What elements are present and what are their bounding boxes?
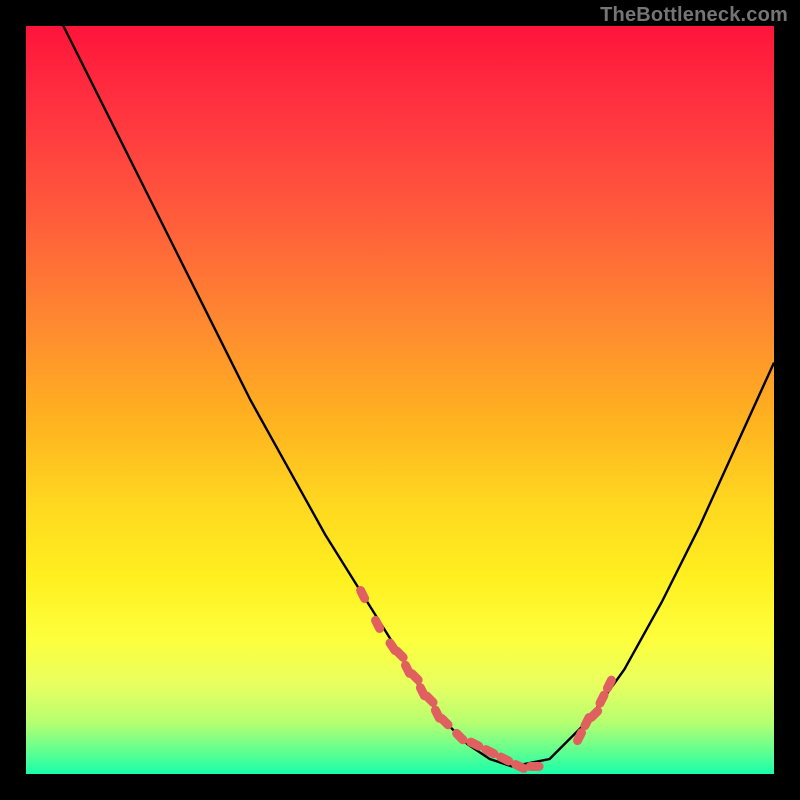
plot-area bbox=[26, 26, 774, 774]
curve-svg bbox=[26, 26, 774, 774]
chart-frame: TheBottleneck.com bbox=[0, 0, 800, 800]
curve-marker bbox=[526, 762, 544, 771]
marker-cluster-right bbox=[571, 674, 617, 747]
watermark-text: TheBottleneck.com bbox=[600, 4, 788, 27]
curve-marker bbox=[370, 614, 386, 634]
marker-cluster-left bbox=[355, 584, 544, 774]
